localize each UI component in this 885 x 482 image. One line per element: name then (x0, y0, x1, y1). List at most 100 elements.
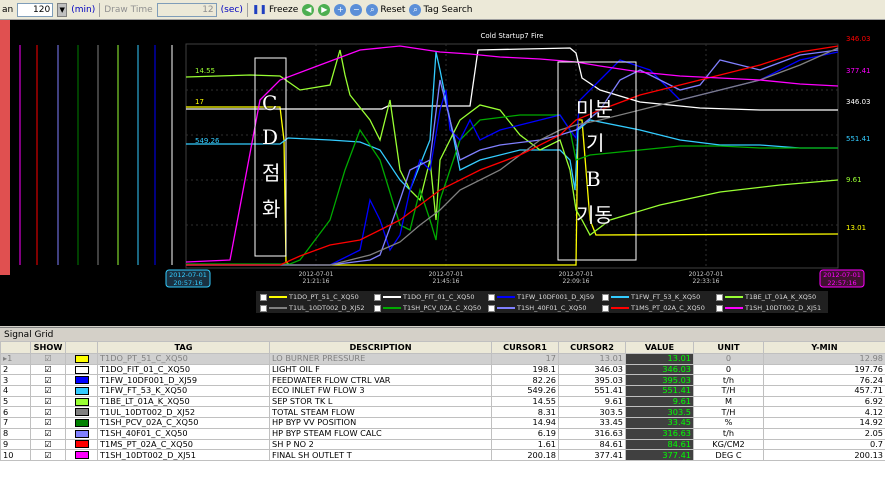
show-checkbox[interactable]: ☑ (30, 406, 66, 419)
column-header[interactable]: UNIT (693, 341, 764, 354)
table-cell: 316.63 (558, 427, 626, 440)
svg-text:2012-07-01: 2012-07-01 (559, 271, 594, 278)
legend-checkbox[interactable] (716, 293, 723, 301)
show-checkbox[interactable]: ☑ (30, 353, 66, 365)
legend-item[interactable]: T1FW_10DF001_D_XJ59 (488, 292, 594, 302)
table-cell: ECO INLET FW FLOW 3 (269, 385, 492, 397)
back-icon[interactable]: ◀ (302, 3, 315, 16)
legend-swatch (725, 307, 743, 309)
table-row[interactable]: 4 ☑ T1FW_FT_53_K_XQ50 ECO INLET FW FLOW 3 54… (0, 385, 885, 397)
column-header[interactable] (0, 341, 31, 354)
color-swatch-box (74, 365, 89, 374)
color-swatch (65, 374, 98, 387)
table-cell: 8 (0, 427, 31, 440)
legend-label: T1SH_PCV_02A_C_XQ50 (403, 304, 482, 312)
right-value-labels: 346.03 377.41 346.03 551.41 9.61 13.01 (846, 35, 871, 232)
column-header[interactable]: SHOW (30, 341, 66, 354)
legend-checkbox[interactable] (602, 304, 609, 312)
legend-swatch (383, 307, 401, 309)
column-header[interactable]: CURSOR1 (491, 341, 559, 354)
column-header[interactable] (65, 341, 98, 354)
show-checkbox[interactable]: ☑ (30, 374, 66, 387)
legend-item[interactable]: T1SH_PCV_02A_C_XQ50 (374, 303, 481, 313)
color-swatch (65, 385, 98, 397)
legend-item[interactable]: T1DO_PT_51_C_XQ50 (260, 292, 359, 302)
table-cell: SH P NO 2 (269, 438, 492, 451)
table-cell: 346.03 (625, 363, 694, 376)
table-row[interactable]: ▸1 ☑ T1DO_PT_51_C_XQ50 LO BURNER PRESSURE 17… (0, 353, 885, 365)
table-cell: 303.5 (625, 406, 694, 419)
table-cell: 4 (0, 385, 31, 397)
marker1-hwa: 화 (262, 197, 281, 221)
close-icon[interactable] (0, 20, 10, 275)
color-swatch-box (74, 429, 89, 438)
zoom-in-icon[interactable]: + (334, 3, 347, 16)
tag-search-button[interactable]: ⌕ Tag Search (409, 3, 473, 16)
signal-grid: SHOW TAG DESCRIPTION CURSOR1 CURSOR2 VALUE UNI… (0, 341, 885, 482)
show-checkbox[interactable]: ☑ (30, 385, 66, 397)
legend-item[interactable]: T1SH_10DT002_D_XJ51 (716, 303, 821, 313)
table-cell: 14.55 (491, 395, 559, 408)
show-checkbox[interactable]: ☑ (30, 395, 66, 408)
forward-icon[interactable]: ▶ (318, 3, 331, 16)
table-cell: T/H (693, 385, 764, 397)
legend-checkbox[interactable] (374, 304, 381, 312)
table-cell: 33.45 (558, 417, 626, 429)
legend-item[interactable]: T1UL_10DT002_D_XJ52 (260, 303, 365, 313)
end-date: 2012-07-01 (823, 271, 861, 279)
legend-checkbox[interactable] (374, 293, 381, 301)
span-dropdown-arrow[interactable]: ▼ (57, 2, 68, 17)
table-row[interactable]: 3 ☑ T1FW_10DF001_D_XJ59 FEEDWATER FLOW CTRL… (0, 374, 885, 387)
table-row[interactable]: 7 ☑ T1SH_PCV_02A_C_XQ50 HP BYP VV POSITION 1… (0, 417, 885, 429)
table-row[interactable]: 5 ☑ T1BE_LT_01A_K_XQ50 SEP STOR TK L 14.55 9.… (0, 395, 885, 408)
table-row[interactable]: 2 ☑ T1DO_FIT_01_C_XQ50 LIGHT OIL F 198.1 346.… (0, 363, 885, 376)
column-header[interactable]: VALUE (625, 341, 694, 354)
legend-item[interactable]: T1FW_FT_53_K_XQ50 (602, 292, 700, 302)
show-checkbox[interactable]: ☑ (30, 363, 66, 376)
right-label-magenta: 377.41 (846, 67, 871, 75)
tag-search-label: Tag Search (423, 4, 473, 15)
legend-checkbox[interactable] (602, 293, 609, 301)
color-swatch-box (74, 451, 89, 460)
legend-swatch (725, 296, 743, 298)
legend-checkbox[interactable] (488, 293, 495, 301)
legend-checkbox[interactable] (716, 304, 723, 312)
legend-checkbox[interactable] (260, 304, 267, 312)
legend-item[interactable]: T1MS_PT_02A_C_XQ50 (602, 303, 705, 313)
show-checkbox[interactable]: ☑ (30, 427, 66, 440)
trend-chart[interactable]: Cold Startup7 Fire 346.03 377.41 346.03 … (0, 20, 885, 326)
span-label: an (2, 4, 14, 15)
table-row[interactable]: 6 ☑ T1UL_10DT002_D_XJ52 TOTAL STEAM FLOW 8.3… (0, 406, 885, 419)
show-checkbox[interactable]: ☑ (30, 449, 66, 461)
legend-checkbox[interactable] (488, 304, 495, 312)
reset-button[interactable]: ⌕ Reset (366, 3, 405, 16)
legend-item[interactable]: T1DO_FIT_01_C_XQ50 (374, 292, 475, 302)
zoom-out-icon[interactable]: − (350, 3, 363, 16)
draw-time-input[interactable]: 12 (156, 2, 217, 17)
table-row[interactable]: 10 ☑ T1SH_10DT002_D_XJ51 FINAL SH OUTLET T2… (0, 449, 885, 461)
column-header[interactable]: Y-MIN (763, 341, 885, 354)
legend-swatch (269, 296, 287, 298)
show-checkbox[interactable]: ☑ (30, 438, 66, 451)
legend-item[interactable]: T1SH_40F01_C_XQ50 (488, 303, 587, 313)
column-header[interactable]: TAG (97, 341, 270, 354)
legend-checkbox[interactable] (260, 293, 267, 301)
table-row[interactable]: 8 ☑ T1SH_40F01_C_XQ50 HP BYP STEAM FLOW CAL… (0, 427, 885, 440)
table-cell: T1SH_PCV_02A_C_XQ50 (97, 417, 270, 429)
span-input[interactable]: 120 (17, 2, 54, 17)
time-axis-labels: 2012-07-0121:21:16 2012-07-0121:45:16 20… (299, 271, 724, 285)
table-row[interactable]: 9 ☑ T1MS_PT_02A_C_XQ50 SH P NO 2 1.61 84.61 84… (0, 438, 885, 451)
legend-label: T1MS_PT_02A_C_XQ50 (631, 304, 705, 312)
column-header[interactable]: CURSOR2 (558, 341, 626, 354)
table-cell: FEEDWATER FLOW CTRL VAR (269, 374, 492, 387)
column-header[interactable]: DESCRIPTION (269, 341, 492, 354)
table-cell: 549.26 (491, 385, 559, 397)
svg-text:2012-07-01: 2012-07-01 (299, 271, 334, 278)
signal-grid-title: Signal Grid (0, 327, 885, 341)
show-checkbox[interactable]: ☑ (30, 417, 66, 429)
freeze-button[interactable]: ❚❚ Freeze (252, 5, 298, 15)
table-cell: M (693, 395, 764, 408)
table-cell: DEG C (693, 449, 764, 461)
table-cell: T1UL_10DT002_D_XJ52 (97, 406, 270, 419)
legend-item[interactable]: T1BE_LT_01A_K_XQ50 (716, 292, 816, 302)
